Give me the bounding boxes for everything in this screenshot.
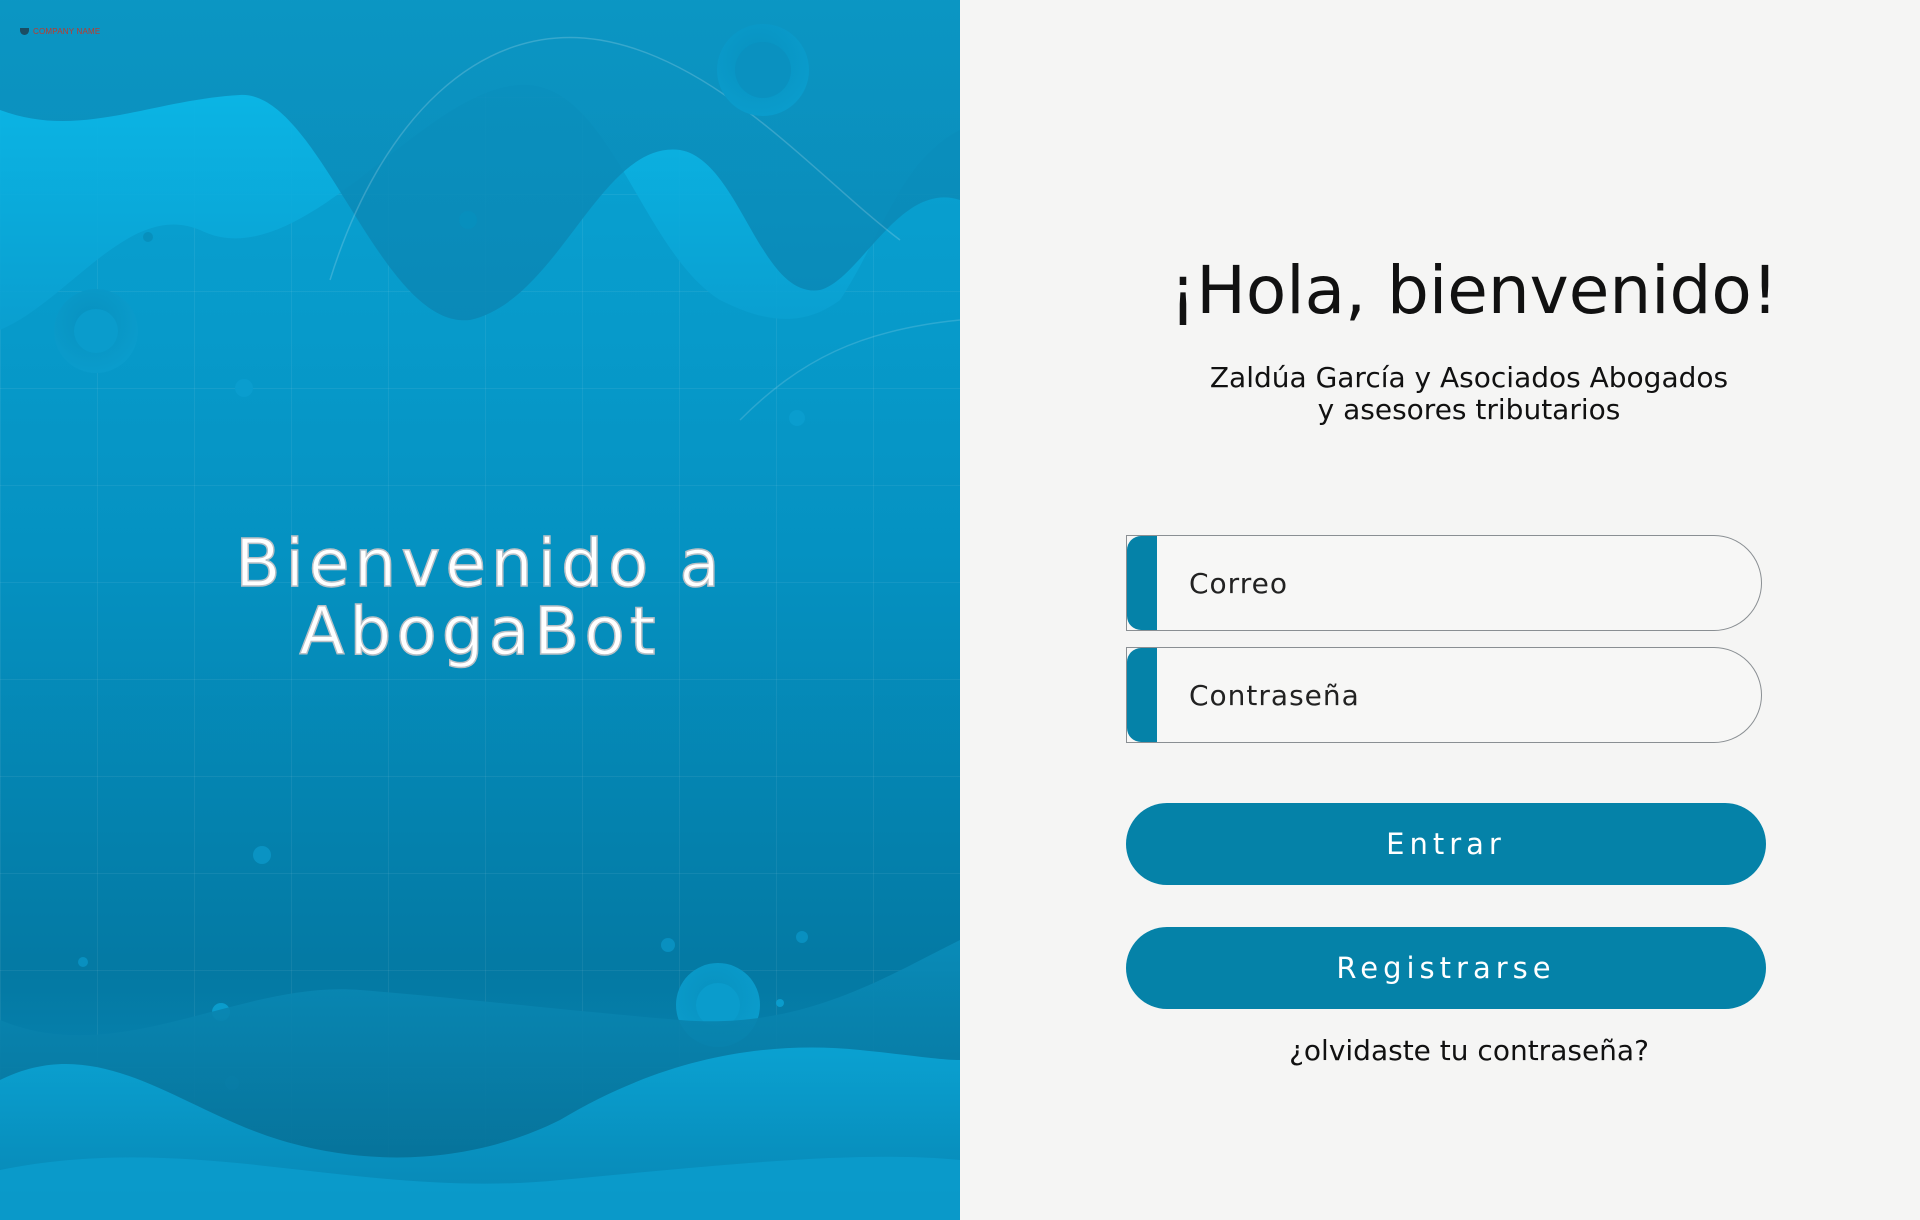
greeting-heading: ¡Hola, bienvenido! — [1169, 252, 1779, 329]
firm-name: Zaldúa García y Asociados Abogados y ase… — [989, 362, 1920, 426]
firm-name-line-2: y asesores tributarios — [1317, 393, 1621, 426]
password-placeholder: Contraseña — [1189, 678, 1360, 712]
login-panel: ¡Hola, bienvenido! Zaldúa García y Asoci… — [960, 0, 1920, 1220]
company-name: COMPANY NAME — [33, 27, 101, 36]
hero-title: Bienvenido a AbogaBot — [0, 525, 960, 670]
hero-title-line-1: Bienvenido a — [234, 525, 725, 602]
firm-name-line-1: Zaldúa García y Asociados Abogados — [1209, 361, 1729, 394]
password-field-accent — [1127, 648, 1157, 742]
company-logo-icon — [20, 28, 29, 35]
hero-panel: COMPANY NAME Bienvenido a AbogaBot — [0, 0, 960, 1220]
login-page: COMPANY NAME Bienvenido a AbogaBot ¡Hola… — [0, 0, 1920, 1220]
forgot-password-link[interactable]: ¿olvidaste tu contraseña? — [989, 1034, 1920, 1067]
login-button[interactable]: Entrar — [1126, 803, 1766, 885]
hero-title-line-2: AbogaBot — [299, 593, 661, 670]
email-placeholder: Correo — [1189, 566, 1288, 600]
email-field[interactable]: Correo — [1126, 535, 1762, 631]
email-field-accent — [1127, 536, 1157, 630]
register-button[interactable]: Registrarse — [1126, 927, 1766, 1009]
password-field[interactable]: Contraseña — [1126, 647, 1762, 743]
company-brand: COMPANY NAME — [20, 27, 100, 36]
